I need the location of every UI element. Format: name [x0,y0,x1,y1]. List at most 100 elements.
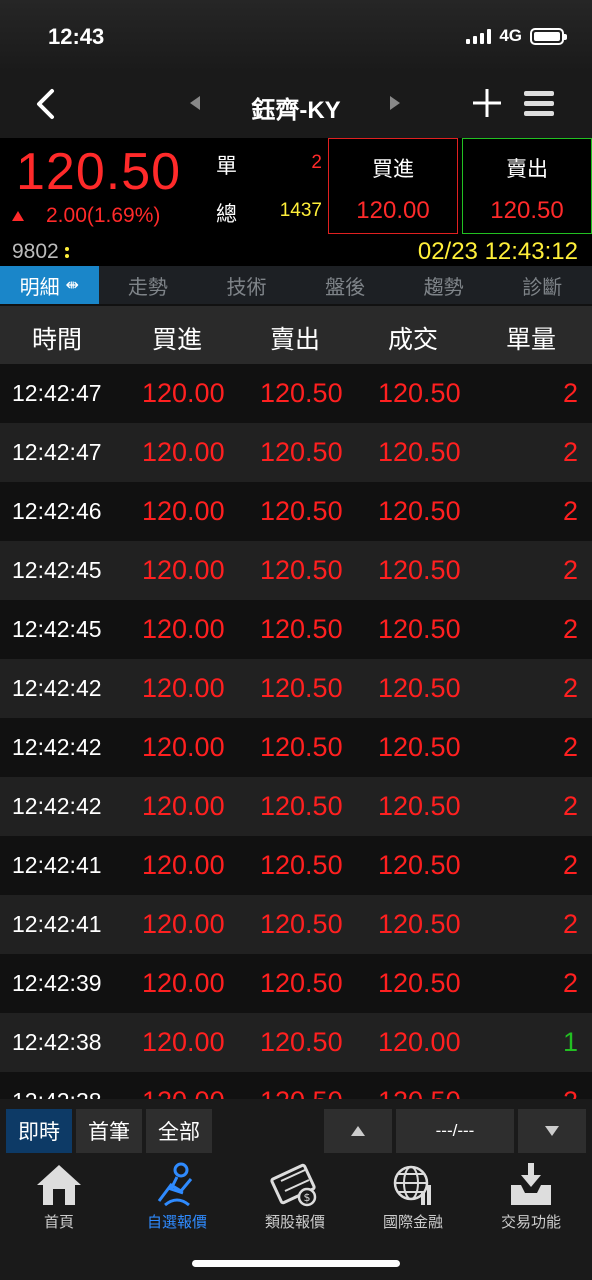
cell-ask: 120.50 [260,437,343,467]
cell-ask: 120.50 [260,378,343,408]
nav-trade[interactable]: 交易功能 [472,1159,590,1239]
table-row: 12:42:41 120.00 120.50 120.50 2 [0,895,592,954]
cell-last: 120.00 [378,1027,461,1057]
tab-tendency[interactable]: 趨勢 [394,266,493,304]
cell-ask: 120.50 [260,614,343,644]
table-row: 12:42:42 120.00 120.50 120.50 2 [0,718,592,777]
sell-price: 120.50 [490,197,564,224]
cell-last: 120.50 [378,1086,461,1099]
cell-bid: 120.00 [142,968,225,998]
cell-bid: 120.00 [142,614,225,644]
tab-bar: 明細 ⇼ 走勢 技術 盤後 趨勢 診斷 [0,266,592,304]
prev-stock-icon[interactable] [190,96,200,110]
cell-last: 120.50 [378,378,461,408]
nav-sector-quote-label: 類股報價 [264,1214,325,1231]
buy-button[interactable]: 買進 120.00 [328,138,458,234]
sell-label: 賣出 [506,158,548,181]
cell-bid: 120.00 [142,909,225,939]
cell-volume: 2 [562,673,578,703]
cell-last: 120.50 [378,909,461,939]
nav-home[interactable]: 首頁 [0,1159,118,1239]
all-button[interactable]: 全部 [146,1109,212,1153]
battery-icon [530,27,567,45]
cell-volume: 2 [562,555,578,585]
tab-technical[interactable]: 技術 [197,266,296,304]
nav-bar: 鈺齊-KY [0,72,592,138]
tab-after-hours[interactable]: 盤後 [296,266,395,304]
tab-detail[interactable]: 明細 ⇼ [0,266,99,304]
cell-last: 120.50 [378,732,461,762]
cell-time: 12:42:42 [12,675,102,701]
table-row: 12:42:46 120.00 120.50 120.50 2 [0,482,592,541]
page-down-button[interactable] [518,1109,586,1153]
table-row: 12:42:42 120.00 120.50 120.50 2 [0,659,592,718]
watchlist-icon [157,1162,193,1207]
cell-time: 12:42:39 [12,970,102,996]
table-row: 12:42:45 120.00 120.50 120.50 2 [0,541,592,600]
tab-diagnosis[interactable]: 診斷 [493,266,592,304]
cell-bid: 120.00 [142,850,225,880]
cell-time: 12:42:41 [12,911,102,937]
cell-last: 120.50 [378,614,461,644]
add-icon[interactable] [470,86,504,120]
cell-ask: 120.50 [260,673,343,703]
quote-datetime: 02/23 12:43:12 [417,238,578,265]
status-bar: 12:43 4G [0,0,592,72]
first-button[interactable]: 首筆 [76,1109,142,1153]
home-indicator[interactable] [192,1260,400,1267]
cell-time: 12:42:47 [12,380,102,406]
cell-last: 120.50 [378,791,461,821]
cell-time: 12:42:45 [12,557,102,583]
nav-trade-label: 交易功能 [500,1214,561,1231]
single-volume-label: 單 [216,155,237,178]
nav-watchlist-label: 自選報價 [146,1214,207,1231]
quote-panel: 120.50 2.00(1.69%) 單 2 總 1437 買進 120.00 … [0,138,592,266]
cell-ask: 120.50 [260,791,343,821]
cell-bid: 120.00 [142,378,225,408]
back-icon[interactable] [30,86,66,122]
cell-ask: 120.50 [260,555,343,585]
trade-icon [511,1163,551,1205]
cell-last: 120.50 [378,555,461,585]
table-row: 12:42:38 120.00 120.50 120.50 2 [0,1072,592,1099]
table-row: 12:42:47 120.00 120.50 120.50 2 [0,364,592,423]
nav-global-finance[interactable]: 國際金融 [354,1159,472,1239]
cell-ask: 120.50 [260,968,343,998]
cell-volume: 2 [562,614,578,644]
stock-code[interactable]: 9802 [12,240,69,264]
cell-ask: 120.50 [260,850,343,880]
page-up-button[interactable] [324,1109,392,1153]
cell-ask: 120.50 [260,1027,343,1057]
table-row: 12:42:47 120.00 120.50 120.50 2 [0,423,592,482]
global-finance-icon [393,1165,431,1205]
price-change: 2.00(1.69%) [12,204,160,228]
realtime-button[interactable]: 即時 [6,1109,72,1153]
nav-watchlist[interactable]: 自選報價 [118,1159,236,1239]
list-controls: 即時 首筆 全部 ---/--- [0,1099,592,1159]
current-price: 120.50 [16,143,182,201]
nav-sector-quote[interactable]: $ 類股報價 [236,1159,354,1239]
table-row: 12:42:38 120.00 120.50 120.00 1 [0,1013,592,1072]
cell-ask: 120.50 [260,909,343,939]
table-header: 時間 買進 賣出 成交 單量 [0,304,592,364]
table-row: 12:42:41 120.00 120.50 120.50 2 [0,836,592,895]
single-volume-value: 2 [311,152,322,173]
page-indicator: ---/--- [396,1109,514,1153]
header-volume: 單量 [506,326,557,354]
cell-ask: 120.50 [260,496,343,526]
stock-code-value: 9802 [12,240,59,263]
more-dots-icon [64,246,69,258]
tab-trend[interactable]: 走勢 [99,266,198,304]
cell-time: 12:42:47 [12,439,102,465]
cell-ask: 120.50 [260,732,343,762]
cell-volume: 2 [562,496,578,526]
sell-button[interactable]: 賣出 120.50 [462,138,592,234]
trade-list[interactable]: 12:42:47 120.00 120.50 120.50 2 12:42:47 120.0… [0,364,592,1099]
up-triangle-icon [351,1126,365,1136]
menu-icon[interactable] [522,88,556,120]
table-row: 12:42:39 120.00 120.50 120.50 2 [0,954,592,1013]
cell-volume: 2 [562,968,578,998]
cell-time: 12:42:41 [12,852,102,878]
next-stock-icon[interactable] [390,96,400,110]
buy-label: 買進 [372,158,414,181]
